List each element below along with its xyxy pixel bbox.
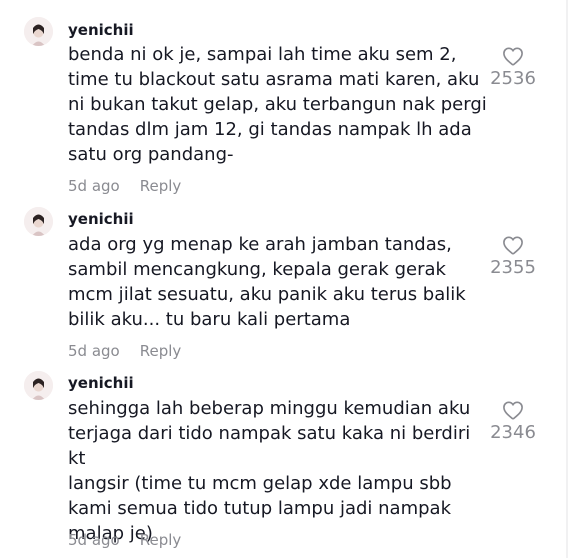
comment-text: ada org yg menap ke arah jamban tandas, … — [68, 234, 466, 330]
like-count: 2346 — [490, 422, 536, 443]
comment-meta: 5d ago Reply — [68, 342, 181, 360]
comment-username[interactable]: yenichii — [68, 374, 134, 392]
avatar-icon — [24, 371, 53, 400]
avatar[interactable] — [24, 207, 53, 236]
avatar[interactable] — [24, 371, 53, 400]
comment-timestamp: 5d ago — [68, 531, 120, 549]
like-button[interactable]: 2355 — [488, 235, 538, 279]
comment-text: sehingga lah beberap minggu kemudian aku… — [68, 398, 471, 544]
comment-username[interactable]: yenichii — [68, 21, 134, 39]
avatar-icon — [24, 17, 53, 46]
comment-meta: 5d ago Reply — [68, 531, 181, 549]
avatar-icon — [24, 207, 53, 236]
avatar[interactable] — [24, 17, 53, 46]
like-count: 2536 — [490, 68, 536, 89]
comment-meta: 5d ago Reply — [68, 177, 181, 195]
heart-outline-icon — [503, 236, 523, 255]
heart-outline-icon — [503, 401, 523, 420]
comment-timestamp: 5d ago — [68, 177, 120, 195]
reply-button[interactable]: Reply — [140, 531, 182, 549]
like-button[interactable]: 2536 — [488, 46, 538, 90]
comment-timestamp: 5d ago — [68, 342, 120, 360]
comment-username[interactable]: yenichii — [68, 210, 134, 228]
heart-outline-icon — [503, 47, 523, 66]
like-count: 2355 — [490, 257, 536, 278]
comment-text: benda ni ok je, sampai lah time aku sem … — [68, 44, 487, 165]
like-button[interactable]: 2346 — [488, 400, 538, 444]
reply-button[interactable]: Reply — [140, 342, 182, 360]
reply-button[interactable]: Reply — [140, 177, 182, 195]
